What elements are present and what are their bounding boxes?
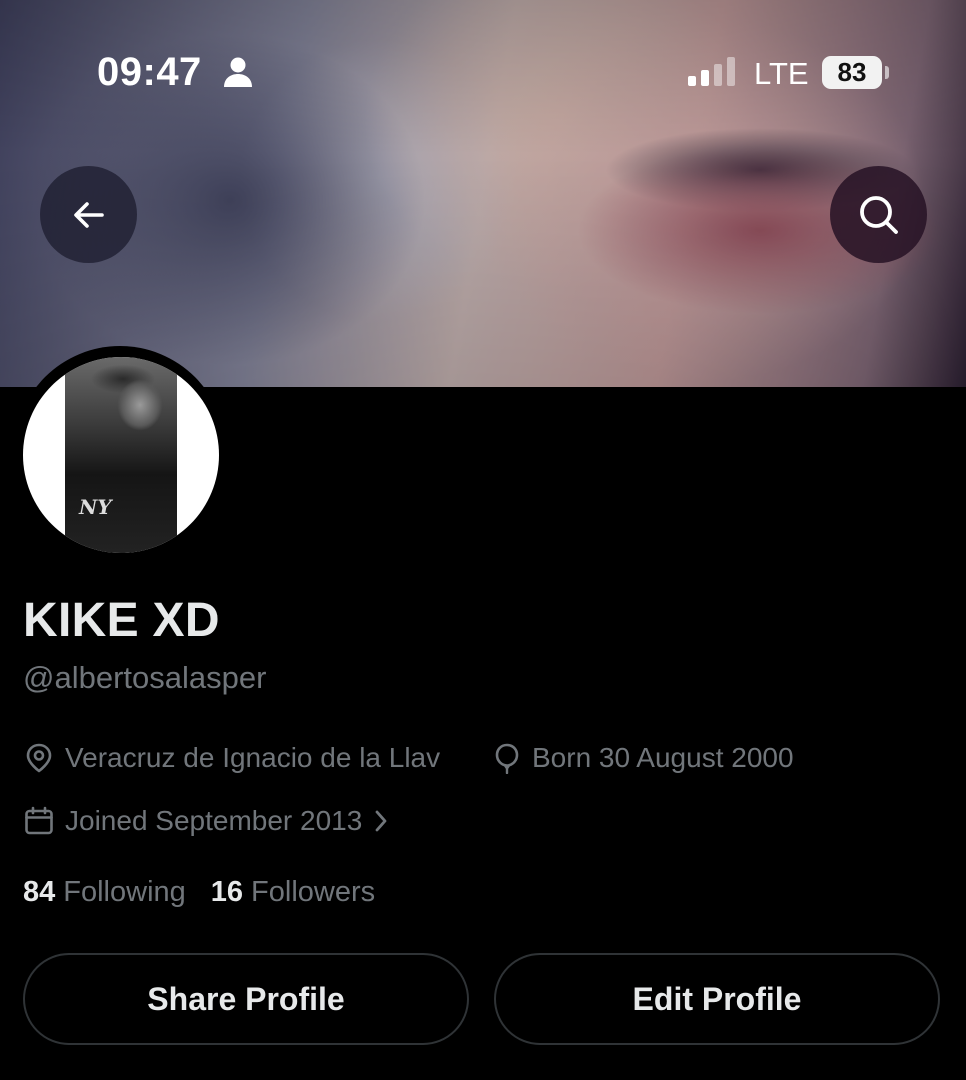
chevron-right-icon <box>375 810 387 832</box>
battery-tip <box>885 66 889 79</box>
location-item: Veracruz de Ignacio de la Llav <box>23 742 440 774</box>
arrow-left-icon <box>73 201 104 228</box>
back-button[interactable] <box>40 166 137 263</box>
following-count: 84 <box>23 876 56 908</box>
network-label: LTE <box>754 56 809 91</box>
birthday-item: Born 30 August 2000 <box>492 742 794 774</box>
search-icon <box>859 195 898 234</box>
avatar[interactable]: NY <box>23 357 219 553</box>
calendar-icon <box>25 806 53 835</box>
battery-indicator: 83 <box>822 56 882 89</box>
edit-profile-button[interactable]: Edit Profile <box>494 953 940 1045</box>
joined-item[interactable]: Joined September 2013 <box>23 805 388 837</box>
avatar-cap-logo: NY <box>79 495 112 519</box>
share-profile-button[interactable]: Share Profile <box>23 953 469 1045</box>
following-label: Following <box>63 876 186 908</box>
location-pin-icon <box>26 743 52 773</box>
followers-link[interactable]: 16 Followers <box>211 876 375 909</box>
follow-stats: 84 Following 16 Followers <box>23 876 375 909</box>
joined-text: Joined September 2013 <box>65 805 363 836</box>
birthday-text: Born 30 August 2000 <box>532 742 794 773</box>
user-handle: @albertosalasper <box>23 660 267 695</box>
avatar-photo: NY <box>65 357 177 553</box>
followers-count: 16 <box>210 876 244 908</box>
followers-label: Followers <box>251 876 376 908</box>
status-time: 09:47 <box>97 50 202 94</box>
display-name: KIKE XD <box>23 594 220 647</box>
balloon-icon <box>495 743 519 774</box>
signal-icon <box>688 57 735 86</box>
location-text: Veracruz de Ignacio de la Llav <box>65 742 441 773</box>
search-button[interactable] <box>830 166 927 263</box>
following-link[interactable]: 84 Following <box>23 876 186 909</box>
person-icon <box>224 57 252 87</box>
